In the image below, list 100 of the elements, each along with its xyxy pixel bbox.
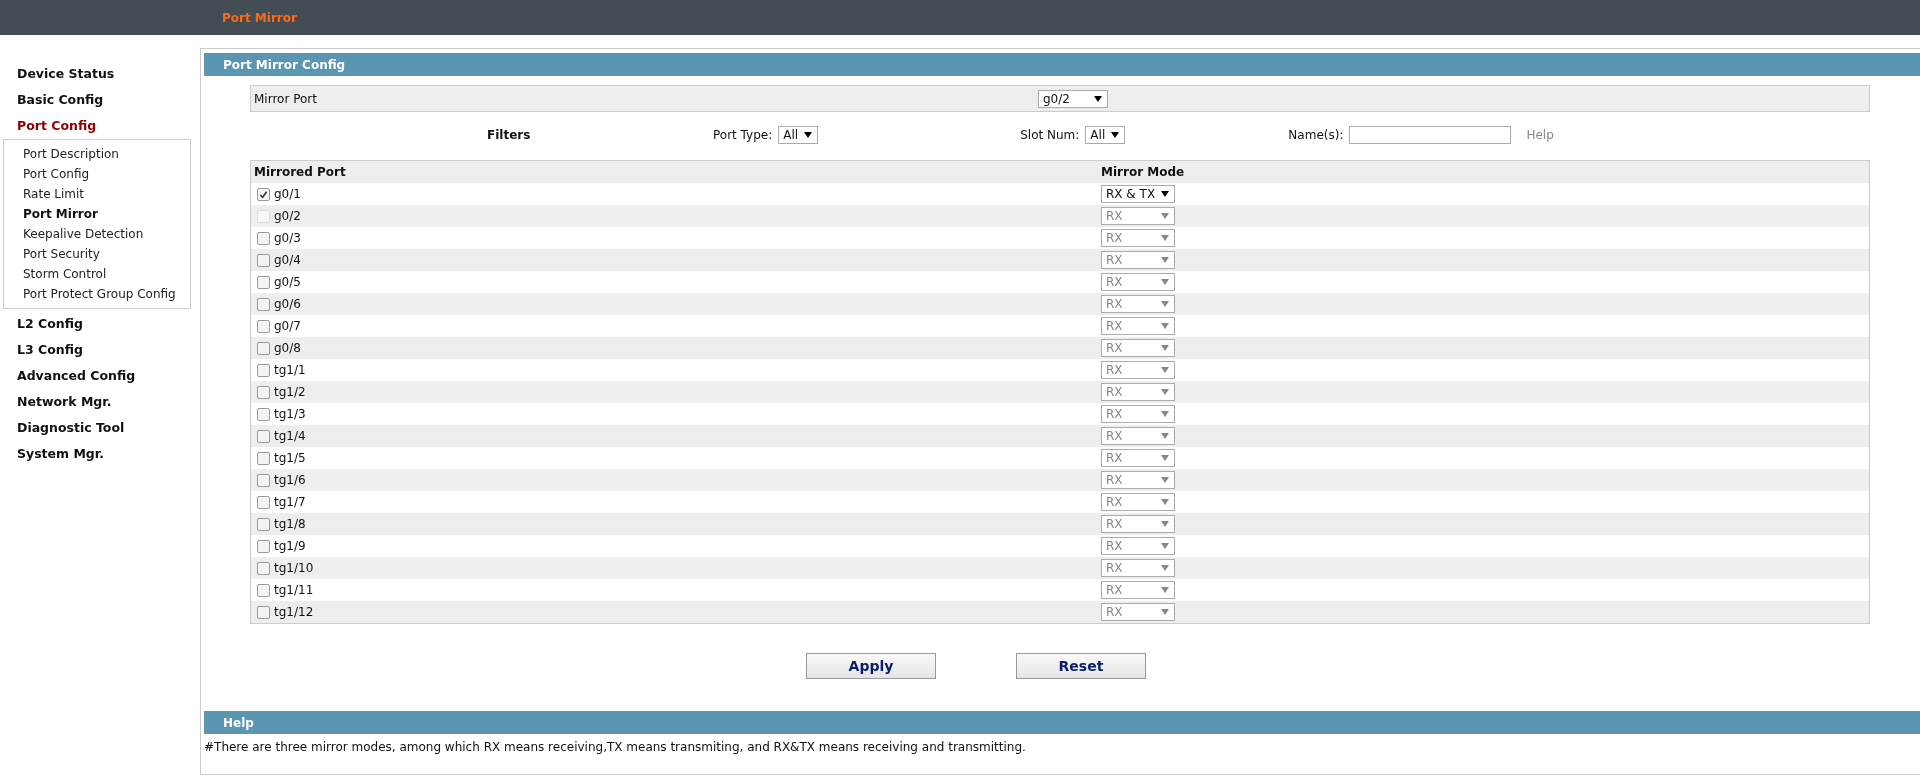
filters-label: Filters [487, 128, 532, 142]
caret-icon [1161, 433, 1169, 439]
mirror-mode-select[interactable]: RX [1101, 559, 1175, 577]
submenu-item[interactable]: Keepalive Detection [23, 224, 144, 244]
port-type-select[interactable]: All [778, 126, 819, 144]
caret-icon [1161, 301, 1169, 307]
sidebar-item[interactable]: L2 Config [17, 311, 83, 337]
port-name: g0/8 [274, 341, 301, 355]
sidebar-item[interactable]: L3 Config [17, 337, 83, 363]
port-name: g0/5 [274, 275, 301, 289]
caret-icon [1161, 477, 1169, 483]
mirror-mode-select[interactable]: RX [1101, 603, 1175, 621]
caret-icon [1161, 565, 1169, 571]
sidebar-item[interactable]: Basic Config [17, 87, 104, 113]
mirror-mode-select[interactable]: RX [1101, 471, 1175, 489]
mirror-mode-select[interactable]: RX [1101, 339, 1175, 357]
mirror-mode-select[interactable]: RX [1101, 295, 1175, 313]
submenu-item[interactable]: Port Protect Group Config [23, 284, 176, 304]
checkbox[interactable] [257, 517, 270, 531]
caret-icon [1111, 132, 1120, 138]
mirror-mode-select[interactable]: RX [1101, 229, 1175, 247]
port-name: tg1/5 [274, 451, 306, 465]
checkbox[interactable] [257, 407, 270, 421]
submenu-item[interactable]: Port Config [23, 164, 90, 184]
checkbox[interactable] [257, 231, 270, 245]
checkbox[interactable] [257, 385, 270, 399]
caret-icon [1161, 521, 1169, 527]
sidebar-item[interactable]: Port Config [17, 113, 97, 139]
mirror-mode-select[interactable]: RX [1101, 317, 1175, 335]
submenu-item[interactable]: Rate Limit [23, 184, 85, 204]
mirror-mode-select[interactable]: RX [1101, 537, 1175, 555]
caret-icon [1161, 455, 1169, 461]
checkbox[interactable] [257, 495, 270, 509]
caret-icon [1161, 587, 1169, 593]
checkbox[interactable] [257, 605, 270, 619]
mirror-mode-select[interactable]: RX [1101, 273, 1175, 291]
sidebar-item[interactable]: Network Mgr. [17, 389, 112, 415]
names-input[interactable] [1349, 126, 1512, 144]
caret-icon [1161, 323, 1169, 329]
port-name: tg1/6 [274, 473, 306, 487]
caret-icon [1161, 411, 1169, 417]
sidebar-item[interactable]: Advanced Config [17, 363, 136, 389]
checkbox[interactable] [257, 297, 270, 311]
slot-num-select[interactable]: All [1085, 126, 1126, 144]
checkbox[interactable] [257, 583, 270, 597]
sidebar-item[interactable]: System Mgr. [17, 441, 104, 467]
caret-icon [1161, 213, 1169, 219]
port-name: g0/3 [274, 231, 301, 245]
checkbox[interactable] [257, 187, 270, 201]
checkbox[interactable] [257, 275, 270, 289]
mirror-mode-select[interactable]: RX & TX [1101, 185, 1175, 203]
section-title: Help [223, 715, 254, 730]
checkbox[interactable] [257, 451, 270, 465]
sidebar-item[interactable]: Diagnostic Tool [17, 415, 125, 441]
port-name: tg1/9 [274, 539, 306, 553]
submenu-item[interactable]: Storm Control [23, 264, 107, 284]
submenu-item[interactable]: Port Description [23, 144, 119, 164]
caret-icon [1161, 345, 1169, 351]
port-name: g0/2 [274, 209, 301, 223]
section-title: Port Mirror Config [223, 57, 346, 72]
checkbox[interactable] [257, 429, 270, 443]
submenu-item[interactable]: Port Mirror [23, 204, 98, 224]
sidebar-item[interactable]: Device Status [17, 61, 115, 87]
submenu-item[interactable]: Port Security [23, 244, 100, 264]
mirror-mode-select[interactable]: RX [1101, 405, 1175, 423]
mirror-mode-select[interactable]: RX [1101, 581, 1175, 599]
mirror-mode-select[interactable]: RX [1101, 449, 1175, 467]
checkbox[interactable] [257, 539, 270, 553]
port-name: tg1/3 [274, 407, 306, 421]
apply-button[interactable]: Apply [806, 653, 936, 679]
mirror-port-select[interactable]: g0/2 [1038, 89, 1108, 108]
field-label: Name(s): [1288, 128, 1344, 142]
port-name: g0/1 [274, 187, 301, 201]
mirror-mode-select[interactable]: RX [1101, 493, 1175, 511]
caret-icon [1161, 279, 1169, 285]
reset-button[interactable]: Reset [1016, 653, 1146, 679]
mirror-mode-select[interactable]: RX [1101, 251, 1175, 269]
checkbox[interactable] [257, 473, 270, 487]
caret-icon [1161, 257, 1169, 263]
mirror-mode-select[interactable]: RX [1101, 427, 1175, 445]
checkbox[interactable] [257, 319, 270, 333]
port-name: tg1/4 [274, 429, 306, 443]
mirror-mode-select[interactable]: RX [1101, 383, 1175, 401]
port-name: tg1/12 [274, 605, 314, 619]
checkbox[interactable] [257, 253, 270, 267]
field-label: Mirror Port [254, 91, 318, 106]
checkbox[interactable] [257, 341, 270, 355]
port-name: tg1/1 [274, 363, 306, 377]
port-name: tg1/2 [274, 385, 306, 399]
mirror-mode-select[interactable]: RX [1101, 515, 1175, 533]
checkbox[interactable] [257, 363, 270, 377]
mirror-mode-select[interactable]: RX [1101, 361, 1175, 379]
port-name: g0/7 [274, 319, 301, 333]
help-link[interactable]: Help [1526, 128, 1554, 142]
port-name: tg1/11 [274, 583, 314, 597]
caret-icon [1161, 367, 1169, 373]
port-name: g0/4 [274, 253, 301, 267]
column-header: Mirrored Port [253, 165, 347, 179]
checkbox[interactable] [257, 561, 270, 575]
port-name: tg1/10 [274, 561, 314, 575]
